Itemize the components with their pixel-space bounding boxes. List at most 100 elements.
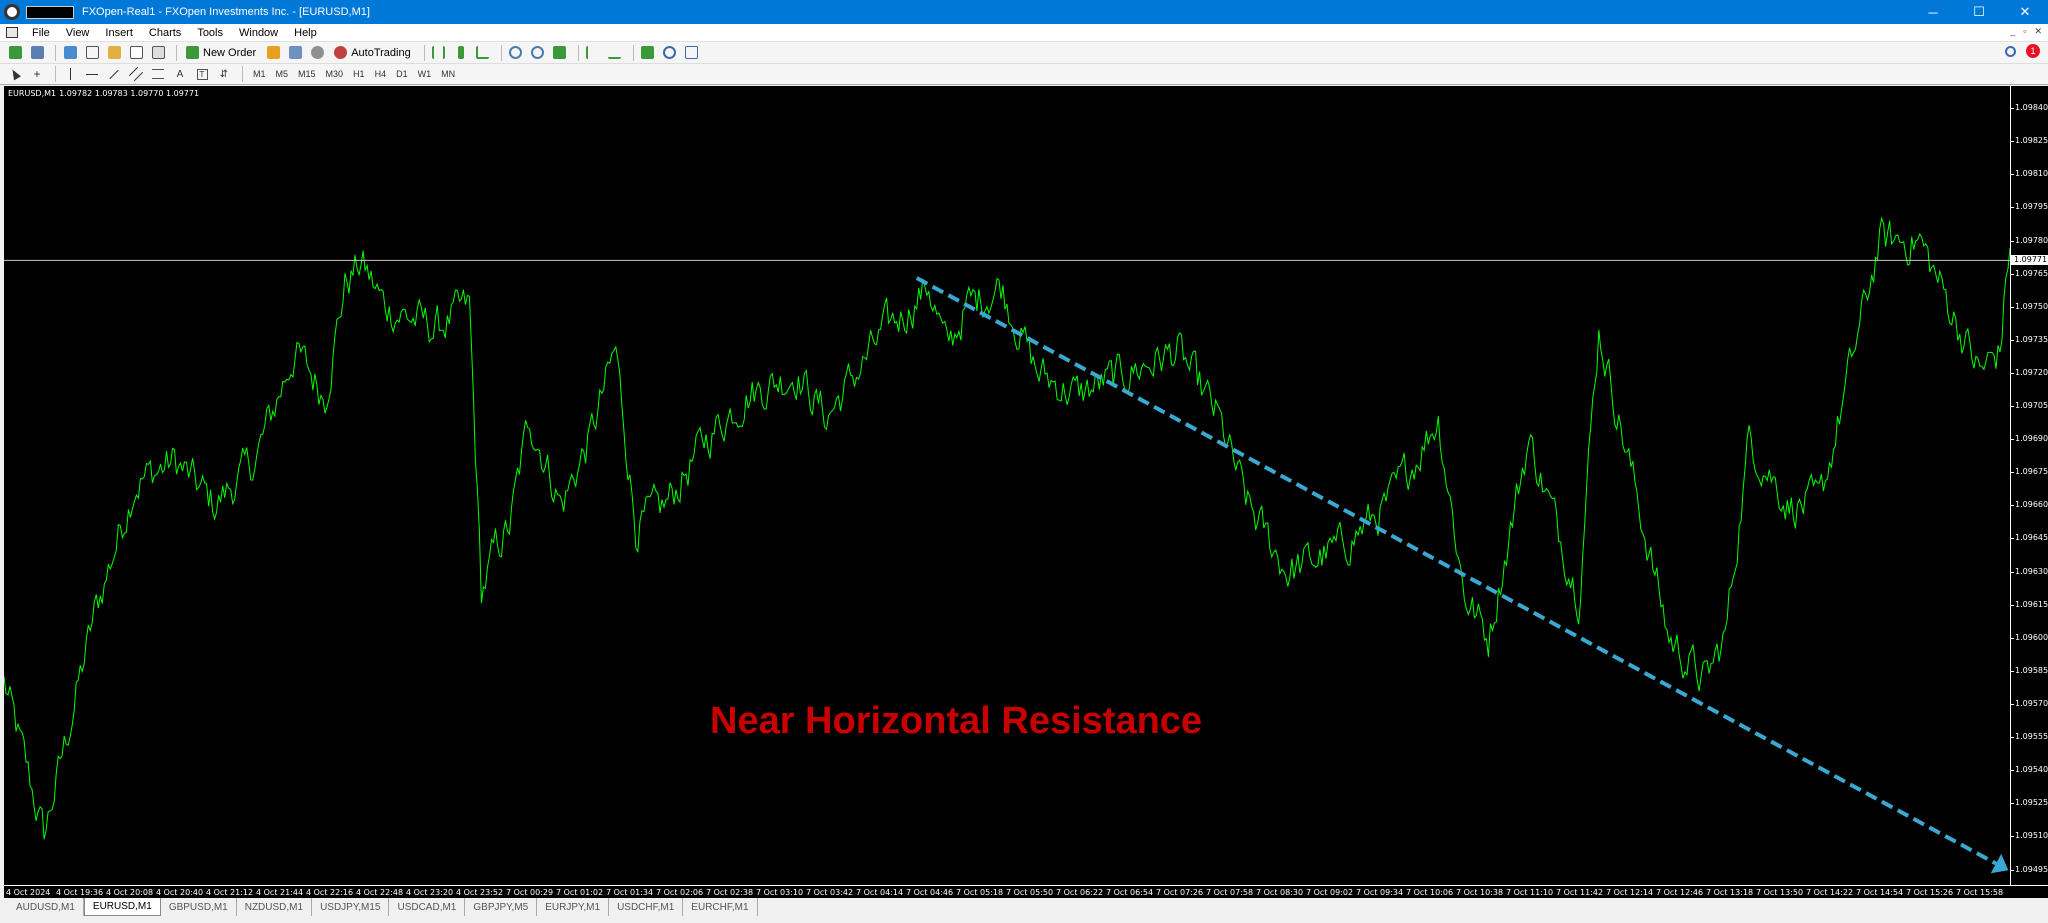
price-tick-mark xyxy=(2011,207,2014,209)
menu-file[interactable]: File xyxy=(24,27,58,39)
mdi-restore-button[interactable]: ▫ xyxy=(2023,26,2026,37)
price-tick-mark xyxy=(2011,604,2014,606)
toolbar-separator xyxy=(176,44,177,61)
menu-charts[interactable]: Charts xyxy=(141,27,189,39)
close-button[interactable]: ✕ xyxy=(2002,0,2048,24)
navigator-button[interactable] xyxy=(105,44,123,62)
arrows-button[interactable]: ⇵ xyxy=(215,65,233,83)
chart-canvas[interactable]: EURUSD,M1 1.09782 1.09783 1.09770 1.0977… xyxy=(4,86,2010,885)
tab-nzdusd-m1[interactable]: NZDUSD,M1 xyxy=(237,898,313,916)
crosshair-icon: + xyxy=(33,67,41,81)
price-tick-mark xyxy=(2011,240,2014,242)
periods-button[interactable] xyxy=(661,44,679,62)
indicators-button[interactable] xyxy=(639,44,657,62)
profiles-button[interactable] xyxy=(28,44,46,62)
text-tool-icon: A xyxy=(176,68,184,80)
timeframe-w1[interactable]: W1 xyxy=(413,66,437,82)
cursor-tool-button[interactable] xyxy=(6,65,24,83)
candlestick-button[interactable] xyxy=(452,44,470,62)
timeframe-m15[interactable]: M15 xyxy=(293,66,321,82)
new-chart-button[interactable] xyxy=(6,44,24,62)
timeframe-m5[interactable]: M5 xyxy=(271,66,294,82)
price-axis-label: 1.09795 xyxy=(2015,202,2048,212)
tab-audusd-m1[interactable]: AUDUSD,M1 xyxy=(8,898,84,916)
tab-gbpusd-m1[interactable]: GBPUSD,M1 xyxy=(161,898,237,916)
trendline-button[interactable] xyxy=(105,65,123,83)
timeframe-mn[interactable]: MN xyxy=(436,66,460,82)
menu-window[interactable]: Window xyxy=(231,27,286,39)
fibonacci-button[interactable] xyxy=(149,65,167,83)
maximize-button[interactable]: ☐ xyxy=(1956,0,2002,24)
fibonacci-icon xyxy=(152,69,164,79)
timeframe-d1[interactable]: D1 xyxy=(391,66,413,82)
menu-view[interactable]: View xyxy=(58,27,98,39)
price-axis-label: 1.09615 xyxy=(2015,599,2048,609)
timeframe-h4[interactable]: H4 xyxy=(370,66,392,82)
vertical-line-button[interactable] xyxy=(61,65,79,83)
menu-tools[interactable]: Tools xyxy=(189,27,231,39)
toolbar-separator xyxy=(500,44,502,61)
tab-usdcad-m1[interactable]: USDCAD,M1 xyxy=(389,898,466,916)
timeframe-h1[interactable]: H1 xyxy=(348,66,370,82)
line-chart-button[interactable] xyxy=(474,44,492,62)
market-watch-button[interactable] xyxy=(61,44,79,62)
zoom-in-button[interactable] xyxy=(507,44,525,62)
price-series-line xyxy=(4,216,2010,840)
market-button[interactable] xyxy=(308,44,326,62)
menu-help[interactable]: Help xyxy=(286,27,325,39)
autotrading-button[interactable]: AutoTrading xyxy=(330,44,415,62)
market-watch-icon xyxy=(63,46,77,59)
time-axis-label: 7 Oct 03:42 xyxy=(806,888,854,897)
bar-chart-button[interactable] xyxy=(430,44,448,62)
horizontal-line-button[interactable] xyxy=(83,65,101,83)
time-axis-label: 7 Oct 10:38 xyxy=(1456,888,1504,897)
clock-icon xyxy=(663,46,677,59)
tile-windows-icon xyxy=(553,46,567,59)
vertical-line-icon xyxy=(69,68,71,80)
timeframe-m30[interactable]: M30 xyxy=(321,66,349,82)
tile-windows-button[interactable] xyxy=(551,44,569,62)
zoom-in-icon xyxy=(509,46,523,59)
text-label-icon: T xyxy=(196,68,208,80)
channel-icon xyxy=(128,66,144,82)
menu-insert[interactable]: Insert xyxy=(97,27,141,39)
mdi-minimize-button[interactable]: _ xyxy=(2010,26,2015,37)
notification-badge[interactable]: 1 xyxy=(2026,44,2040,58)
chart-window-icon[interactable] xyxy=(6,27,18,38)
chart-symbol-label: EURUSD,M1 xyxy=(8,89,57,98)
new-chart-icon xyxy=(8,46,22,59)
strategy-tester-button[interactable] xyxy=(149,44,167,62)
signals-button[interactable] xyxy=(286,44,304,62)
tab-usdjpy-m15[interactable]: USDJPY,M15 xyxy=(312,898,390,916)
text-label-button[interactable]: T xyxy=(193,65,211,83)
templates-button[interactable] xyxy=(683,44,701,62)
timeframe-m1[interactable]: M1 xyxy=(248,66,271,82)
time-scale[interactable]: 4 Oct 2024 4 Oct 19:36 4 Oct 20:08 4 Oct 20… xyxy=(4,885,2048,898)
time-axis-label: 7 Oct 11:42 xyxy=(1556,888,1604,897)
descending-trendline[interactable] xyxy=(915,276,1997,866)
zoom-out-button[interactable] xyxy=(529,44,547,62)
metaeditor-button[interactable] xyxy=(264,44,282,62)
data-window-button[interactable] xyxy=(83,44,101,62)
tab-eurchf-m1[interactable]: EURCHF,M1 xyxy=(683,898,758,916)
price-scale[interactable]: 1.09840 1.09825 1.09810 1.09795 1.09780 1.097… xyxy=(2010,86,2048,885)
tab-eurjpy-m1[interactable]: EURJPY,M1 xyxy=(537,898,610,916)
tab-gbpjpy-m5[interactable]: GBPJPY,M5 xyxy=(465,898,538,916)
price-tick-mark xyxy=(2011,770,2014,772)
price-tick-mark xyxy=(2011,571,2014,573)
tab-usdchf-m1[interactable]: USDCHF,M1 xyxy=(609,898,684,916)
text-tool-button[interactable]: A xyxy=(171,65,189,83)
price-axis-label: 1.09600 xyxy=(2015,632,2048,642)
terminal-button[interactable] xyxy=(127,44,145,62)
crosshair-tool-button[interactable]: + xyxy=(28,65,46,83)
chart-annotation-text[interactable]: Near Horizontal Resistance xyxy=(710,700,1202,743)
chart-shift-button[interactable] xyxy=(606,44,624,62)
price-tick-mark xyxy=(2011,339,2014,341)
channel-button[interactable] xyxy=(127,65,145,83)
minimize-button[interactable]: ─ xyxy=(1910,0,1956,24)
tab-eurusd-m1[interactable]: EURUSD,M1 xyxy=(83,898,161,916)
mdi-close-button[interactable]: ✕ xyxy=(2034,26,2042,37)
new-order-button[interactable]: New Order xyxy=(182,44,260,62)
search-icon[interactable] xyxy=(2005,45,2016,57)
auto-scroll-button[interactable] xyxy=(584,44,602,62)
